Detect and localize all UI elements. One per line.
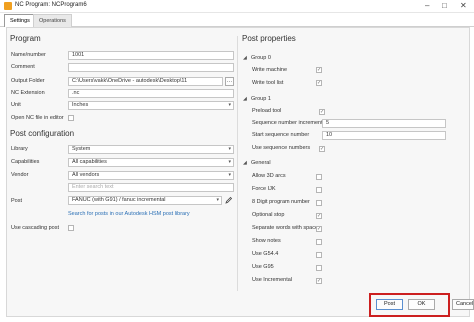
prop-label: Preload tool — [252, 108, 282, 114]
comment-label: Comment — [11, 64, 35, 70]
show-notes-checkbox[interactable] — [316, 239, 322, 245]
prop-label: Use sequence numbers — [252, 145, 311, 151]
prop-label: Allow 3D arcs — [252, 173, 286, 179]
vendor-value: All vendors — [72, 172, 100, 178]
tab-settings[interactable]: Settings — [4, 14, 36, 27]
prop-label: Use G95 — [252, 264, 274, 270]
chevron-down-icon: ▾ — [228, 102, 231, 108]
optional-stop-checkbox[interactable]: ✓ — [316, 213, 322, 219]
name-field[interactable]: 1001 — [68, 51, 234, 60]
post-library-link[interactable]: Search for posts in our Autodesk HSM pos… — [68, 211, 190, 217]
post-value: FANUC (with G91) / fanuc incremental — [72, 197, 166, 203]
post-search-input[interactable]: Enter search text — [68, 183, 234, 192]
chevron-down-icon: ▾ — [228, 146, 231, 152]
prop-label: Optional stop — [252, 212, 285, 218]
chevron-down-icon: ▾ — [228, 159, 231, 165]
unit-select[interactable]: Inches ▾ — [68, 101, 234, 110]
window-title: NC Program: NCProgram6 — [15, 2, 87, 8]
maximize-icon[interactable]: □ — [442, 1, 447, 11]
output-folder-label: Output Folder — [11, 78, 45, 84]
post-button[interactable]: Post — [376, 299, 403, 310]
edit-post-icon[interactable] — [225, 196, 233, 204]
write-tool-list-checkbox[interactable]: ✓ — [316, 80, 322, 86]
prop-label: Write machine — [252, 67, 288, 73]
library-label: Library — [11, 146, 28, 152]
comment-field[interactable] — [68, 63, 234, 72]
output-folder-field[interactable]: C:\Users\vakk\OneDrive - autodesk\Deskto… — [68, 77, 223, 86]
post-config-heading: Post configuration — [10, 129, 75, 138]
app-icon — [4, 2, 12, 10]
vendor-label: Vendor — [11, 172, 29, 178]
separate-words-checkbox[interactable]: ✓ — [316, 226, 322, 232]
vendor-select[interactable]: All vendors ▾ — [68, 171, 234, 180]
browse-folder-button[interactable]: … — [225, 77, 234, 86]
column-divider — [237, 36, 238, 291]
use-incremental-checkbox[interactable]: ✓ — [316, 278, 322, 284]
cancel-button[interactable]: Cancel — [452, 299, 474, 310]
close-icon[interactable]: ✕ — [460, 1, 467, 11]
tab-operations[interactable]: Operations — [33, 14, 72, 27]
ok-button[interactable]: OK — [408, 299, 435, 310]
prop-label: Show notes — [252, 238, 281, 244]
chevron-down-icon: ▾ — [228, 172, 231, 178]
write-machine-checkbox[interactable]: ✓ — [316, 67, 322, 73]
post-select[interactable]: FANUC (with G91) / fanuc incremental ▾ — [68, 196, 222, 205]
general-group-header[interactable]: General — [251, 160, 271, 166]
prop-label: Force IJK — [252, 186, 276, 192]
unit-value: Inches — [72, 102, 89, 108]
prop-label: 8 Digit program number — [252, 199, 310, 205]
capabilities-value: All capabilities — [72, 159, 107, 165]
post-label: Post — [11, 198, 23, 204]
collapse-group-0-icon[interactable]: ◢ — [243, 55, 247, 61]
library-select[interactable]: System ▾ — [68, 145, 234, 154]
prop-label: Write tool list — [252, 80, 284, 86]
preload-tool-checkbox[interactable]: ✓ — [319, 109, 325, 115]
capabilities-label: Capabilities — [11, 159, 40, 165]
unit-label: Unit — [11, 102, 21, 108]
prop-label: Use G54.4 — [252, 251, 279, 257]
force-ijk-checkbox[interactable] — [316, 187, 322, 193]
use-g54-4-checkbox[interactable] — [316, 252, 322, 258]
8-digit-program-checkbox[interactable] — [316, 200, 322, 206]
program-heading: Program — [10, 34, 41, 43]
sequence-increment-field[interactable]: 5 — [322, 119, 446, 128]
library-value: System — [72, 146, 91, 152]
cascading-post-label: Use cascading post — [11, 225, 59, 231]
name-label: Name/number — [11, 52, 46, 58]
prop-label: Use Incremental — [252, 277, 293, 283]
prop-label: Separate words with space — [252, 225, 319, 231]
collapse-general-icon[interactable]: ◢ — [243, 160, 247, 166]
allow-3d-arcs-checkbox[interactable] — [316, 174, 322, 180]
post-properties-heading: Post properties — [242, 34, 296, 43]
open-in-editor-checkbox[interactable] — [68, 115, 74, 121]
minimize-icon[interactable]: – — [425, 1, 429, 11]
nc-extension-field[interactable]: .nc — [68, 89, 234, 98]
collapse-group-1-icon[interactable]: ◢ — [243, 96, 247, 102]
group-1-header[interactable]: Group 1 — [251, 96, 271, 102]
cascading-post-checkbox[interactable] — [68, 225, 74, 231]
use-sequence-numbers-checkbox[interactable]: ✓ — [319, 146, 325, 152]
prop-label: Start sequence number — [252, 132, 310, 138]
use-g95-checkbox[interactable] — [316, 265, 322, 271]
open-in-editor-label: Open NC file in editor — [11, 115, 64, 121]
start-sequence-field[interactable]: 10 — [322, 131, 446, 140]
prop-label: Sequence number increment — [252, 120, 323, 126]
chevron-down-icon: ▾ — [216, 197, 219, 203]
capabilities-select[interactable]: All capabilities ▾ — [68, 158, 234, 167]
nc-extension-label: NC Extension — [11, 90, 45, 96]
group-0-header[interactable]: Group 0 — [251, 55, 271, 61]
